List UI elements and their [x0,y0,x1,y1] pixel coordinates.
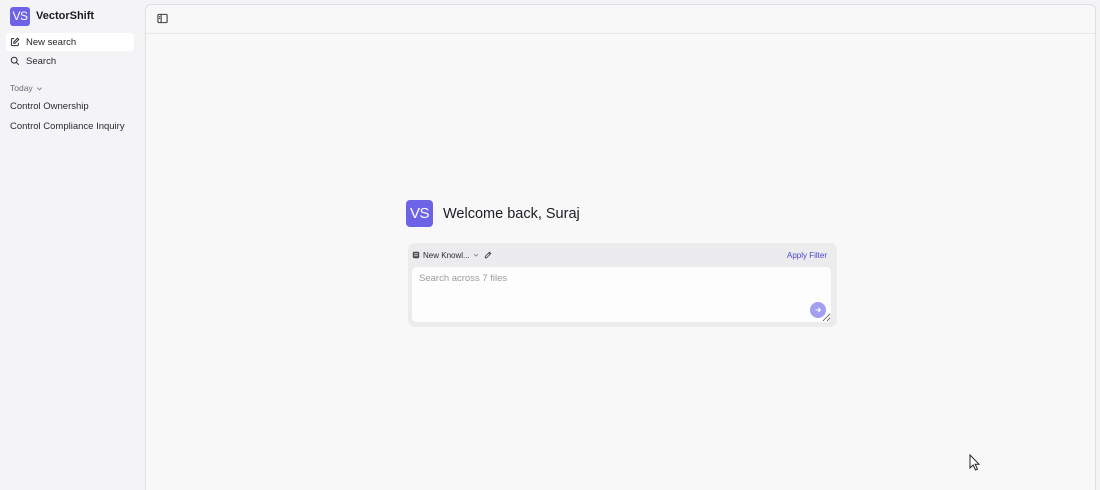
main-panel: VS Welcome back, Suraj New Knowl... Appl… [145,4,1096,490]
search-card: New Knowl... Apply Filter [408,243,837,327]
sidebar: VS VectorShift New search Search Today C… [0,0,145,490]
knowledge-base-label: New Knowl... [423,250,470,260]
brand-logo: VS [10,6,30,26]
brand[interactable]: VS VectorShift [10,6,94,26]
arrow-right-icon [815,307,822,313]
pencil-icon[interactable] [484,251,492,259]
mouse-cursor-icon [969,454,981,471]
new-search-button[interactable]: New search [6,33,134,51]
brand-name: VectorShift [36,10,95,22]
search-icon [10,56,20,66]
history-item[interactable]: Control Compliance Inquiry [10,121,125,132]
submit-search-button[interactable] [810,302,826,318]
search-input[interactable] [412,267,831,322]
welcome-header: VS Welcome back, Suraj [406,200,580,227]
new-search-label: New search [26,36,77,48]
search-nav-button[interactable]: Search [6,52,134,70]
top-bar [146,5,1095,34]
search-nav-label: Search [26,55,57,67]
edit-icon [10,37,20,47]
chevron-down-icon [473,253,478,257]
chevron-down-icon [36,86,42,90]
section-label: Today [10,83,33,93]
welcome-logo: VS [406,200,433,227]
search-card-header: New Knowl... Apply Filter [412,249,827,261]
knowledge-base-select[interactable]: New Knowl... [412,251,479,260]
history-item[interactable]: Control Ownership [10,101,89,112]
apply-filter-button[interactable]: Apply Filter [787,251,827,260]
sidebar-toggle-icon[interactable] [157,13,168,24]
history-section-today[interactable]: Today [10,83,43,93]
welcome-message: Welcome back, Suraj [443,205,580,222]
search-input-container [412,267,831,322]
database-icon [412,251,420,259]
app: VS VectorShift New search Search Today C… [0,0,1100,490]
